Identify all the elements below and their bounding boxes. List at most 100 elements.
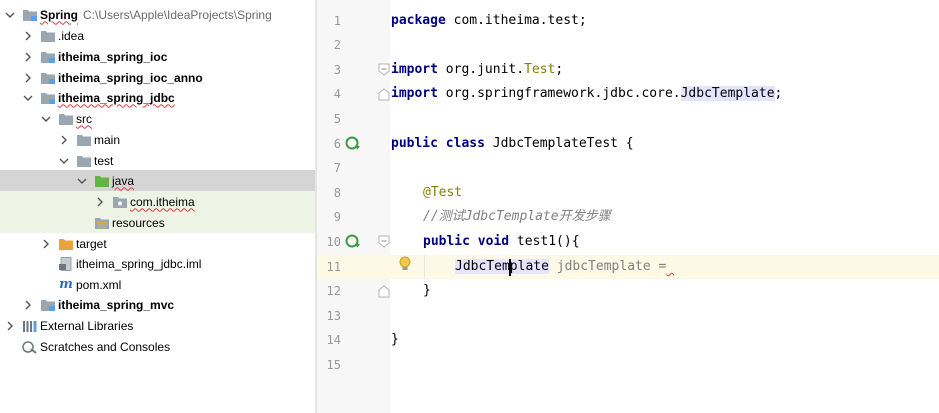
code-text: } [391, 332, 399, 347]
tree-item-module[interactable]: itheima_spring_ioc [0, 46, 315, 67]
tree-item-label: target [76, 236, 107, 251]
project-path: C:\Users\Apple\IdeaProjects\Spring [83, 7, 272, 22]
text-caret [509, 259, 511, 276]
comment: //测试JdbcTemplate开发步骤 [423, 209, 611, 224]
tree-item-module[interactable]: itheima_spring_jdbc [0, 87, 315, 108]
tree-item-label: resources [112, 215, 165, 230]
tree-item-module[interactable]: itheima_spring_ioc_anno [0, 67, 315, 88]
fold-marker-icon[interactable] [377, 63, 391, 77]
code-line[interactable]: //测试JdbcTemplate开发步骤 [423, 205, 611, 229]
tree-item-pom[interactable]: m pom.xml [0, 274, 315, 295]
chevron-right-icon[interactable] [22, 72, 34, 84]
fold-marker-icon[interactable] [377, 235, 391, 249]
keyword: public class [391, 136, 485, 151]
fold-marker-icon[interactable] [377, 87, 391, 101]
code-line[interactable]: @Test [423, 181, 462, 205]
tree-item-external-libraries[interactable]: External Libraries [0, 315, 315, 336]
code-text: JdbcTemplateTest { [484, 136, 634, 151]
tree-item-src[interactable]: src [0, 108, 315, 129]
tree-item-label: Scratches and Consoles [40, 339, 171, 354]
code-text: com.itheima.test; [445, 13, 587, 28]
class-ref: JdbcTemplate [455, 259, 549, 274]
package-icon [112, 194, 128, 210]
chevron-right-icon[interactable] [94, 196, 106, 208]
tree-item-scratches[interactable]: Scratches and Consoles [0, 336, 315, 357]
tree-item-iml-file[interactable]: itheima_spring_jdbc.iml [0, 253, 315, 274]
tree-item-label: itheima_spring_ioc_anno [58, 70, 203, 85]
chevron-down-icon[interactable] [40, 113, 52, 125]
module-folder-icon [40, 70, 56, 86]
code-text: ; [774, 86, 783, 101]
line-number: 9 [333, 210, 341, 224]
line-number: 7 [333, 161, 341, 175]
line-number: 14 [326, 333, 341, 347]
code-line[interactable]: } [423, 279, 431, 303]
line-number: 12 [326, 284, 341, 298]
code-line[interactable]: public class JdbcTemplateTest { [391, 132, 634, 156]
chevron-right-icon[interactable] [22, 30, 34, 42]
code-line[interactable]: import org.junit.Test; [391, 58, 563, 82]
code-line[interactable]: package com.itheima.test; [391, 9, 587, 33]
code-text: test1(){ [509, 234, 580, 249]
chevron-right-icon[interactable] [40, 238, 52, 250]
indent-guide [424, 255, 425, 279]
keyword: import [391, 86, 438, 101]
folder-icon [76, 153, 92, 169]
code-line[interactable]: import org.springframework.jdbc.core.Jdb… [391, 82, 782, 106]
chevron-down-icon[interactable] [4, 9, 16, 21]
resources-folder-icon [94, 215, 110, 231]
class-ref: JdbcTemplate [680, 86, 775, 101]
tree-item-test[interactable]: test [0, 150, 315, 171]
module-folder-icon [40, 297, 56, 313]
fold-marker-icon[interactable] [377, 284, 391, 298]
code-line[interactable]: JdbcTemplate jdbcTemplate = [455, 255, 674, 279]
line-number: 11 [326, 260, 341, 274]
code-text: } [423, 283, 431, 298]
tree-item-label: .idea [58, 28, 85, 43]
chevron-down-icon[interactable] [58, 155, 70, 167]
tree-item-module[interactable]: itheima_spring_mvc [0, 294, 315, 315]
code-line[interactable]: public void test1(){ [423, 230, 580, 254]
line-number: 3 [333, 63, 341, 77]
tree-item-label: itheima_spring_jdbc.iml [76, 256, 202, 271]
chevron-right-icon[interactable] [4, 320, 16, 332]
line-number: 5 [333, 112, 341, 126]
tree-item-spring-root[interactable]: Spring C:\Users\Apple\IdeaProjects\Sprin… [0, 4, 315, 25]
class-ref: Test [524, 62, 556, 77]
code-line[interactable]: } [391, 328, 399, 352]
libraries-icon [22, 318, 38, 334]
run-test-icon[interactable] [345, 136, 362, 151]
chevron-right-icon[interactable] [22, 299, 34, 311]
tree-item-idea[interactable]: .idea [0, 25, 315, 46]
line-number: 1 [333, 14, 341, 28]
project-tree: Spring C:\Users\Apple\IdeaProjects\Sprin… [0, 0, 315, 413]
tree-item-package[interactable]: com.itheima [0, 191, 315, 212]
excluded-folder-icon [58, 236, 74, 252]
module-folder-icon [40, 49, 56, 65]
tree-item-label: com.itheima [130, 194, 195, 209]
tree-item-label: External Libraries [40, 318, 134, 333]
tree-item-resources[interactable]: resources [0, 212, 315, 233]
tree-item-label: itheima_spring_mvc [58, 297, 175, 312]
source-root-icon [94, 173, 110, 189]
chevron-right-icon[interactable] [22, 51, 34, 63]
folder-icon [76, 132, 92, 148]
tree-item-label: main [94, 132, 121, 147]
line-number: 15 [326, 358, 341, 372]
line-number: 13 [326, 309, 341, 323]
module-folder-icon [40, 90, 56, 106]
chevron-down-icon[interactable] [22, 92, 34, 104]
intention-bulb-icon[interactable] [399, 256, 411, 272]
folder-icon [58, 111, 74, 127]
tree-item-label: itheima_spring_jdbc [58, 90, 175, 105]
code-text: org.springframework.jdbc.core. [437, 86, 681, 101]
chevron-down-icon[interactable] [76, 175, 88, 187]
tree-item-java[interactable]: java [0, 170, 315, 191]
tree-item-main[interactable]: main [0, 129, 315, 150]
tree-item-target[interactable]: target [0, 233, 315, 254]
module-folder-icon [22, 7, 38, 23]
tree-item-label: pom.xml [76, 277, 122, 292]
chevron-right-icon[interactable] [58, 134, 70, 146]
run-test-icon[interactable] [345, 234, 362, 249]
tree-item-label: src [76, 111, 92, 126]
